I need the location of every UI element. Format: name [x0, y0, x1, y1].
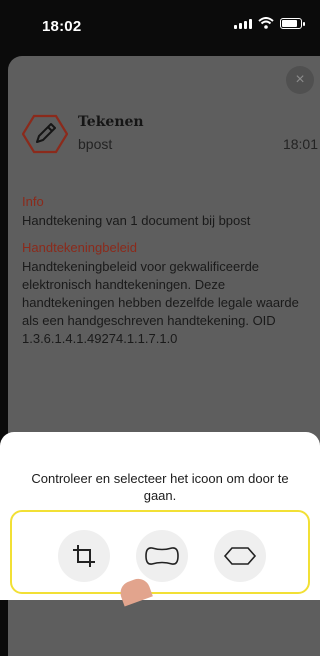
info-text: Handtekening van 1 document bij bpost [22, 213, 251, 228]
status-icons [234, 17, 305, 29]
icon-options-frame [10, 510, 310, 594]
message-title: Tekenen [78, 114, 144, 130]
status-bar: 18:02 [0, 0, 320, 56]
battery-icon [280, 18, 305, 29]
message-header: Tekenen bpost 18:01 [22, 108, 320, 168]
hexagon-option-button[interactable] [214, 530, 266, 582]
policy-heading: Handtekeningbeleid [22, 240, 137, 255]
status-time: 18:02 [42, 18, 82, 35]
message-sender: bpost [78, 136, 113, 152]
message-time: 18:01 [282, 136, 318, 152]
rounded-capsule-icon [145, 547, 179, 565]
crop-icon [73, 545, 95, 567]
hexagon-icon [223, 547, 257, 565]
signal-icon [234, 19, 252, 29]
close-icon: × [295, 71, 305, 88]
pencil-in-hexagon-icon [22, 114, 68, 154]
selection-instruction: Controleer en selecteer het icoon om doo… [31, 471, 289, 503]
close-button[interactable]: × [286, 66, 314, 94]
policy-text: Handtekeningbeleid voor gekwalificeerde … [22, 259, 299, 346]
info-heading: Info [22, 194, 44, 209]
icon-selection-sheet: Controleer en selecteer het icoon om doo… [0, 432, 320, 607]
crop-option-button[interactable] [58, 530, 110, 582]
wifi-icon [258, 17, 274, 29]
capsule-option-button[interactable] [136, 530, 188, 582]
